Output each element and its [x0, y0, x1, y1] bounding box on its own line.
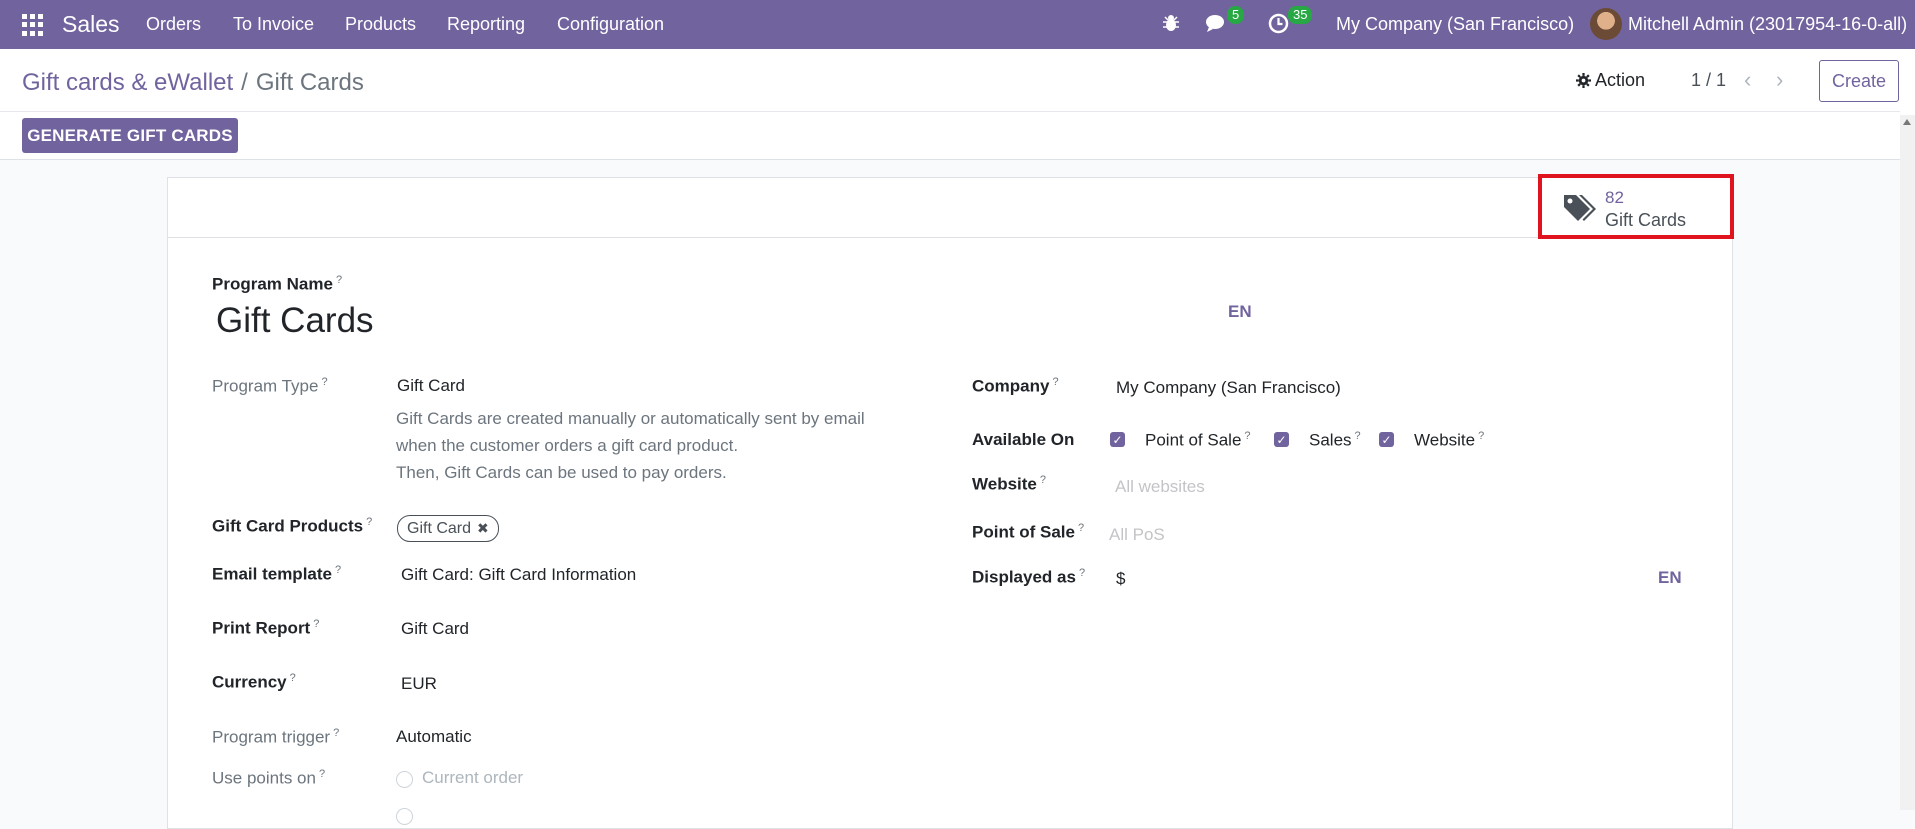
program-trigger-value: Automatic	[396, 727, 472, 746]
use-points-on-label: Use points on?	[212, 768, 326, 788]
form-sheet: 82 Gift Cards Program Name? Gift Cards E…	[167, 174, 1734, 829]
tags-icon	[1564, 195, 1596, 221]
scrollbar[interactable]	[1900, 115, 1915, 810]
product-tag[interactable]: Gift Card ✖	[397, 515, 499, 542]
current-order-option-label: Current order	[422, 768, 524, 787]
point-of-sale-field[interactable]: All PoS	[1109, 525, 1165, 545]
future-orders-radio[interactable]	[396, 808, 413, 825]
website-label: Website?	[972, 474, 1046, 494]
displayed-as-field[interactable]: $	[1116, 569, 1125, 589]
available-on-label: Available On	[972, 430, 1075, 449]
company-label: Company?	[972, 376, 1059, 396]
program-name-input[interactable]: Gift Cards	[216, 301, 374, 341]
program-type-help-line-3: Then, Gift Cards can be used to pay orde…	[396, 463, 727, 482]
menu-orders[interactable]: Orders	[146, 14, 201, 35]
messages-chat-icon[interactable]	[1205, 13, 1229, 35]
app-brand[interactable]: Sales	[62, 11, 120, 38]
action-menu-button[interactable]: Action	[1576, 70, 1645, 91]
program-name-label: Program Name?	[212, 274, 343, 294]
breadcrumb-current: Gift Cards	[255, 69, 364, 96]
activities-clock-icon[interactable]	[1268, 13, 1289, 34]
menu-configuration[interactable]: Configuration	[557, 14, 664, 35]
menu-products[interactable]: Products	[345, 14, 416, 35]
remove-tag-icon[interactable]: ✖	[477, 520, 489, 537]
program-type-help-line-2: when the customer orders a gift card pro…	[396, 436, 739, 455]
menu-reporting[interactable]: Reporting	[447, 14, 525, 35]
point-of-sale-label: Point of Sale?	[972, 522, 1085, 542]
pager-value[interactable]: 1 / 1	[1691, 70, 1726, 91]
control-panel: Gift cards & eWallet / Gift Cards Action 1…	[0, 49, 1915, 160]
action-label: Action	[1595, 70, 1646, 90]
breadcrumb: Gift cards & eWallet / Gift Cards	[22, 69, 364, 97]
gift-card-products-label: Gift Card Products?	[212, 516, 373, 536]
user-avatar[interactable]	[1590, 8, 1622, 40]
messages-count-badge: 5	[1227, 6, 1245, 24]
sales-option: Sales?	[1309, 430, 1361, 450]
currency-label: Currency?	[212, 672, 296, 692]
gear-icon	[1576, 73, 1591, 88]
website-checkbox[interactable]: ✓	[1379, 432, 1394, 447]
program-name-lang-button[interactable]: EN	[1228, 302, 1252, 322]
breadcrumb-parent-link[interactable]: Gift cards & eWallet	[22, 69, 233, 96]
apps-menu-icon[interactable]	[22, 14, 44, 36]
pos-option: Point of Sale?	[1145, 430, 1251, 450]
program-trigger-label: Program trigger?	[212, 727, 340, 747]
pager-previous-icon[interactable]: ‹	[1744, 67, 1751, 93]
top-navbar: Sales Orders To Invoice Products Reporti…	[0, 0, 1915, 49]
menu-to-invoice[interactable]: To Invoice	[233, 14, 314, 35]
email-template-field[interactable]: Gift Card: Gift Card Information	[401, 565, 636, 585]
debug-bug-icon[interactable]	[1162, 13, 1180, 33]
breadcrumb-separator: /	[241, 69, 248, 96]
generate-gift-cards-button[interactable]: GENERATE GIFT CARDS	[22, 118, 238, 153]
pager-next-icon[interactable]: ›	[1776, 67, 1783, 93]
website-option: Website?	[1414, 430, 1485, 450]
displayed-as-label: Displayed as?	[972, 567, 1086, 587]
sales-checkbox[interactable]: ✓	[1274, 432, 1289, 447]
company-switcher[interactable]: My Company (San Francisco)	[1336, 14, 1574, 35]
program-type-value: Gift Card	[397, 376, 466, 395]
email-template-label: Email template?	[212, 564, 342, 584]
pos-checkbox[interactable]: ✓	[1110, 432, 1125, 447]
create-button[interactable]: Create	[1819, 60, 1899, 102]
user-menu[interactable]: Mitchell Admin (23017954-16-0-all)	[1628, 14, 1907, 35]
print-report-label: Print Report?	[212, 618, 320, 638]
control-panel-divider	[0, 111, 1900, 112]
stat-label: Gift Cards	[1605, 210, 1687, 230]
print-report-field[interactable]: Gift Card	[401, 619, 469, 639]
program-type-help-line-1: Gift Cards are created manually or autom…	[396, 409, 865, 428]
gift-cards-stat-button[interactable]: 82 Gift Cards	[1538, 174, 1734, 239]
displayed-as-lang-button[interactable]: EN	[1658, 568, 1682, 588]
current-order-radio[interactable]	[396, 771, 413, 788]
activities-count-badge: 35	[1288, 6, 1313, 24]
currency-field[interactable]: EUR	[401, 674, 437, 694]
website-field[interactable]: All websites	[1115, 477, 1205, 497]
company-field[interactable]: My Company (San Francisco)	[1116, 378, 1341, 398]
program-type-label: Program Type?	[212, 376, 328, 396]
stat-value: 82	[1605, 188, 1624, 207]
smart-button-box: 82 Gift Cards	[168, 174, 1734, 239]
